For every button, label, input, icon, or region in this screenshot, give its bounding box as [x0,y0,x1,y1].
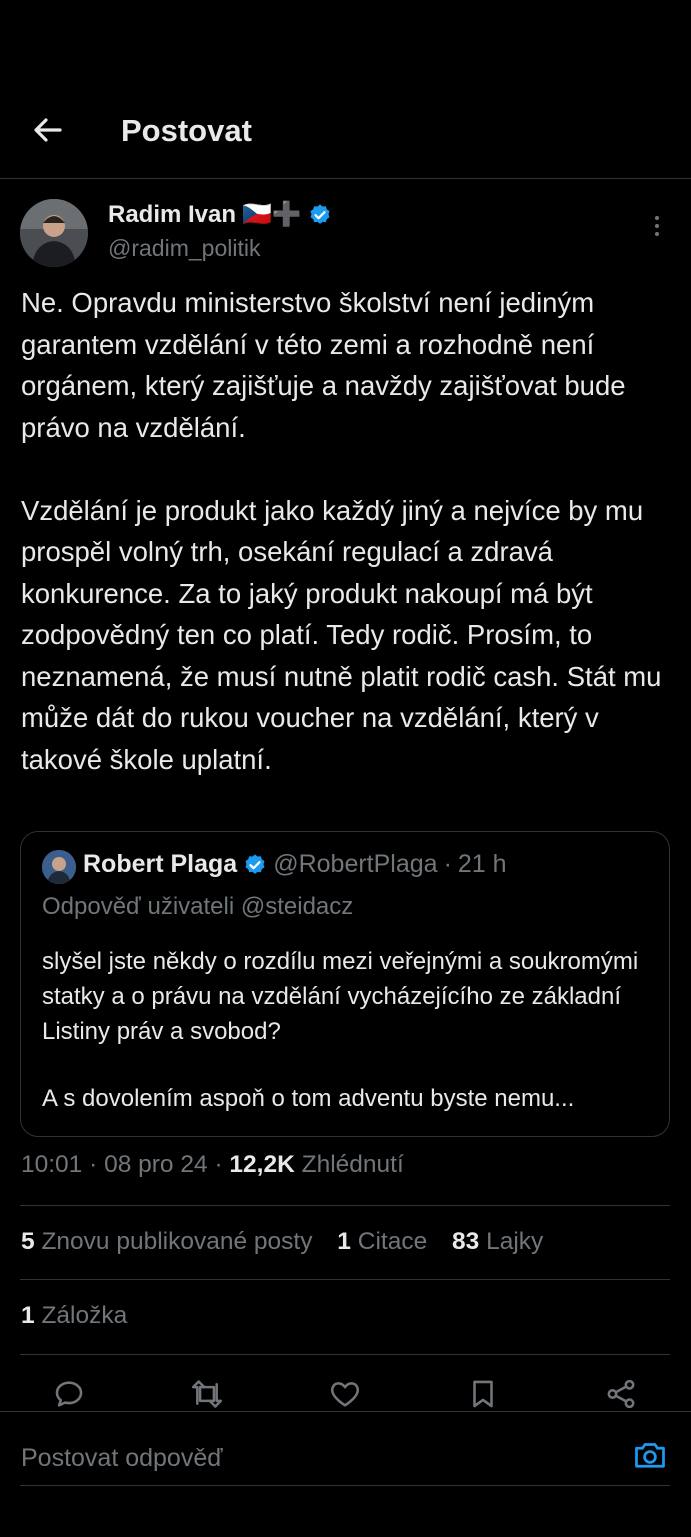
author-name[interactable]: Radim Ivan [108,201,236,229]
likes-count: 83 [452,1228,480,1255]
quoted-post-time: 21 h [457,850,507,878]
author-name-row[interactable]: Radim Ivan 🇨🇿➕ [108,200,332,229]
engagement-stats: 5 Znovu publikované posty 1 Citace 83 La… [21,1228,561,1256]
views-label: Zhlédnutí [301,1151,404,1178]
share-button[interactable] [601,1372,641,1416]
quoted-author-avatar [42,850,76,884]
views-count: 12,2K [229,1151,295,1178]
repost-button[interactable] [187,1372,227,1416]
share-icon [607,1379,635,1409]
bookmarks-stat[interactable]: 1 Záložka [21,1302,127,1330]
reply-input[interactable] [21,1438,611,1478]
repost-icon [191,1380,223,1408]
reposts-label: Znovu publikované posty [41,1228,313,1255]
divider [20,1354,670,1355]
like-button[interactable] [325,1372,365,1416]
post-time: 10:01 [21,1151,83,1178]
author-flag-emoji: 🇨🇿➕ [242,201,302,228]
bookmark-button[interactable] [463,1372,503,1416]
camera-icon[interactable] [632,1437,668,1473]
divider [20,1279,670,1280]
action-bar [0,1372,691,1416]
quoted-post-text: slyšel jste někdy o rozdílu mezi veřejný… [42,948,645,1045]
back-arrow-icon[interactable] [30,112,66,148]
quoted-reply-to: Odpověď uživateli @steidacz [42,893,354,920]
reposts-count: 5 [21,1228,35,1255]
author-avatar[interactable] [20,199,88,267]
reply-icon [55,1381,83,1407]
post-text: Ne. Opravdu ministerstvo školství není j… [21,287,662,775]
dot-separator: · [443,850,452,878]
quoted-author-row: Robert Plaga @RobertPlaga · 21 h [83,850,507,879]
bookmarks-label: Záložka [41,1302,128,1329]
likes-stat[interactable]: 83 Lajky [452,1228,543,1255]
quotes-label: Citace [357,1228,428,1255]
bookmarks-count: 1 [21,1302,35,1329]
post-meta: 10:01 · 08 pro 24 · 12,2K Zhlédnutí [21,1151,404,1179]
top-bar [0,80,691,179]
post-date: 08 pro 24 [104,1151,208,1178]
quoted-author-handle: @RobertPlaga [273,850,438,878]
reply-button[interactable] [49,1372,89,1416]
divider [20,1205,670,1206]
verified-badge-icon [245,854,265,874]
quotes-count: 1 [337,1228,351,1255]
dot-separator: · [89,1151,105,1178]
quotes-stat[interactable]: 1 Citace [337,1228,427,1255]
bookmark-icon [473,1380,493,1408]
likes-label: Lajky [486,1228,544,1255]
verified-badge-icon [310,204,330,224]
reply-underline [20,1485,670,1486]
heart-icon [330,1382,360,1407]
more-options-icon[interactable] [648,214,666,238]
author-handle[interactable]: @radim_politik [108,235,260,262]
quoted-author-name: Robert Plaga [83,850,238,878]
quoted-post-text-truncated: A s dovolením aspoň o tom adventu byste … [42,1085,575,1112]
reposts-stat[interactable]: 5 Znovu publikované posty [21,1228,312,1255]
dot-separator: · [214,1151,230,1178]
page-title: Postovat [121,113,252,148]
